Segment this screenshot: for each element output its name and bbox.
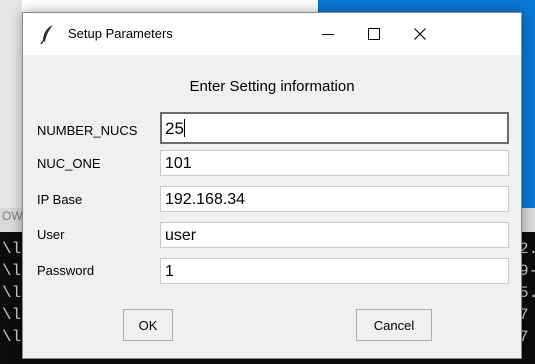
minimize-icon bbox=[322, 33, 334, 35]
nuc-one-input[interactable]: 101 bbox=[160, 150, 509, 176]
maximize-button[interactable] bbox=[351, 13, 397, 55]
number-nucs-label: NUMBER_NUCS bbox=[37, 123, 138, 138]
number-nucs-input[interactable]: 25 bbox=[160, 112, 509, 144]
window-title: Setup Parameters bbox=[68, 26, 173, 41]
text-caret bbox=[183, 119, 185, 137]
feather-icon bbox=[40, 25, 53, 44]
password-input[interactable]: 1 bbox=[160, 258, 509, 284]
title-bar[interactable]: Setup Parameters bbox=[23, 13, 521, 55]
dialog-heading: Enter Setting information bbox=[189, 78, 355, 95]
close-icon bbox=[414, 28, 426, 40]
ip-base-label: IP Base bbox=[37, 192, 83, 207]
ok-button[interactable]: OK bbox=[123, 309, 173, 341]
minimize-button[interactable] bbox=[305, 13, 351, 55]
number-nucs-value: 25 bbox=[165, 119, 184, 138]
ip-base-input[interactable]: 192.168.34 bbox=[160, 186, 509, 212]
maximize-icon bbox=[368, 28, 380, 40]
nuc-one-label: NUC_ONE bbox=[37, 156, 101, 171]
user-label: User bbox=[37, 227, 65, 242]
setup-parameters-dialog: Setup Parameters Enter Setting informati… bbox=[22, 12, 522, 359]
cancel-button[interactable]: Cancel bbox=[356, 309, 432, 341]
password-label: Password bbox=[37, 263, 95, 278]
close-button[interactable] bbox=[397, 13, 443, 55]
user-input[interactable]: user bbox=[160, 222, 509, 248]
